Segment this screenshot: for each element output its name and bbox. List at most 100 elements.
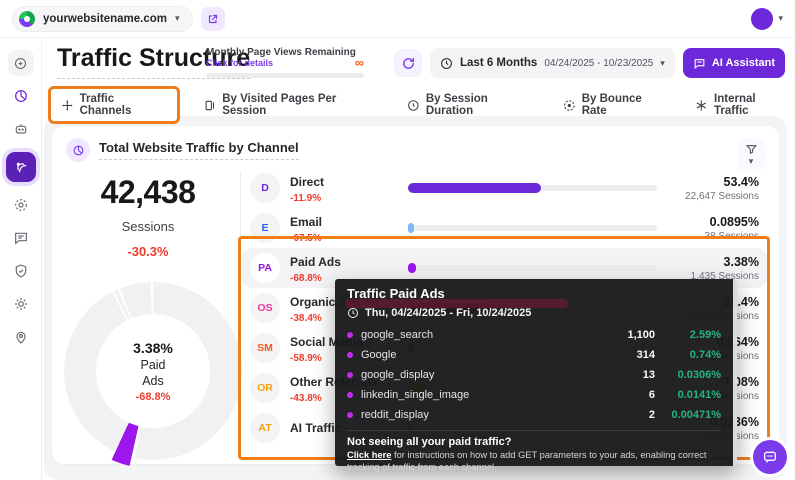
tooltip-title: Traffic Paid Ads (347, 286, 721, 301)
sidebar-item-traffic-structure[interactable] (6, 152, 36, 182)
target-icon (13, 197, 29, 213)
channel-bar-fill (408, 263, 416, 273)
tab-by-bounce-rate[interactable]: By Bounce Rate (559, 88, 671, 122)
site-logo-icon (19, 11, 35, 27)
open-website-button[interactable] (201, 7, 225, 31)
sidebar-item-settings[interactable] (8, 291, 34, 317)
quota-block: Monthly Page Views Remaining Click for d… (206, 47, 364, 78)
source-pct: 0.0141% (655, 389, 721, 401)
sidebar-nav (0, 38, 42, 480)
tab-label: Internal Traffic (714, 93, 791, 117)
sidebar-item-assistant[interactable] (8, 116, 34, 142)
channel-name: Email (290, 215, 322, 229)
channel-badge: OR (250, 373, 280, 403)
filter-button[interactable]: ▾ (737, 138, 765, 172)
ai-assistant-label: AI Assistant (712, 57, 775, 69)
source-sessions: 2 (601, 409, 655, 421)
channel-bar-track (408, 185, 657, 191)
channel-change: -67.5% (290, 233, 402, 244)
channel-pct: 3.38% (667, 255, 759, 269)
chat-fab-icon (762, 449, 778, 465)
tab-by-visited-pages[interactable]: By Visited Pages Per Session (200, 88, 384, 122)
duration-clock-icon (407, 99, 420, 112)
quota-details-link[interactable]: Click for details (206, 58, 364, 68)
total-sessions-value: 42,438 (52, 174, 244, 211)
pages-icon (204, 99, 217, 112)
source-name: linkedin_single_image (361, 389, 601, 401)
traffic-donut-chart[interactable]: 3.38% Paid Ads -68.8% (64, 282, 242, 460)
tooltip-rows: google_search1,1002.59% Google3140.74% g… (347, 325, 721, 425)
tab-traffic-channels[interactable]: Traffic Channels (48, 86, 180, 124)
channel-pct: 53.4% (667, 175, 759, 189)
total-summary: 42,438 Sessions -30.3% (52, 174, 244, 259)
channel-name: AI Traffic (290, 421, 341, 435)
internal-traffic-icon (695, 99, 708, 112)
filter-chevron-down-icon: ▾ (749, 156, 754, 167)
card-title: Total Website Traffic by Channel (99, 140, 299, 160)
traffic-channels-icon (61, 99, 74, 112)
bot-icon (13, 121, 29, 137)
channel-bar-track (408, 265, 657, 271)
click-here-link[interactable]: Click here (347, 450, 391, 460)
tooltip-row: google_display130.0306% (347, 365, 721, 385)
source-dot-icon (347, 372, 353, 378)
top-bar: yourwebsitename.com ▾ ▾ (0, 0, 795, 38)
channel-badge: SM (250, 333, 280, 363)
sidebar-item-security[interactable] (8, 258, 34, 284)
channel-bar-fill (408, 223, 414, 233)
channel-row-email[interactable]: E Email-67.5% 0.0895%38 Sessions (242, 208, 767, 248)
date-range-picker[interactable]: Last 6 Months 04/24/2025 - 10/23/2025 ▾ (430, 48, 675, 78)
external-link-icon (207, 13, 219, 25)
source-name: google_search (361, 329, 601, 341)
channel-row-direct[interactable]: D Direct-11.9% 53.4%22,647 Sessions (242, 168, 767, 208)
gear-icon (13, 296, 29, 312)
tooltip-clock-icon (347, 307, 359, 319)
location-pin-icon (13, 329, 29, 345)
sidebar-item-visitor-location[interactable] (8, 324, 34, 350)
source-dot-icon (347, 332, 353, 338)
website-selector[interactable]: yourwebsitename.com ▾ (12, 6, 193, 32)
source-dot-icon (347, 352, 353, 358)
source-pct: 0.74% (655, 349, 721, 361)
sidebar-item-feedback[interactable] (8, 225, 34, 251)
sidebar-item-goals[interactable] (8, 192, 34, 218)
source-dot-icon (347, 392, 353, 398)
channel-bar-fill (408, 183, 541, 193)
source-sessions: 1,100 (601, 329, 655, 341)
infinity-value: ∞ (355, 55, 364, 70)
vertical-divider (240, 172, 241, 268)
date-chevron-down-icon: ▾ (660, 58, 665, 69)
donut-center-line1: Paid (140, 358, 165, 372)
support-chat-button[interactable] (753, 440, 787, 474)
user-avatar[interactable] (751, 8, 773, 30)
app-window: yourwebsitename.com ▾ ▾ Traffic Structur… (0, 0, 795, 480)
sidebar-item-expand[interactable] (8, 50, 34, 76)
tooltip-footer: Not seeing all your paid traffic? Click … (347, 430, 721, 473)
refresh-button[interactable] (394, 49, 422, 77)
site-name: yourwebsitename.com (43, 13, 167, 25)
channel-badge: AT (250, 413, 280, 443)
account-chevron-down-icon[interactable]: ▾ (778, 13, 783, 24)
donut-center: 3.38% Paid Ads -68.8% (96, 314, 210, 428)
donut-center-pct: 3.38% (133, 340, 173, 356)
funnel-icon (745, 143, 758, 156)
tab-by-session-duration[interactable]: By Session Duration (403, 88, 539, 122)
tab-internal-traffic[interactable]: Internal Traffic (691, 88, 795, 122)
channel-badge: D (250, 173, 280, 203)
source-sessions: 314 (601, 349, 655, 361)
source-name: Google (361, 349, 601, 361)
source-sessions: 6 (601, 389, 655, 401)
tooltip-footer-text: for instructions on how to add GET param… (347, 450, 707, 472)
content-panel: Total Website Traffic by Channel ▾ 42,43… (44, 116, 787, 480)
channel-badge: OS (250, 293, 280, 323)
sidebar-item-dashboard[interactable] (8, 83, 34, 109)
total-sessions-label: Sessions (52, 219, 244, 234)
tab-label: By Bounce Rate (582, 93, 668, 117)
channel-sessions: 38 Sessions (667, 231, 759, 242)
donut-center-change: -68.8% (136, 391, 171, 403)
date-preset-label: Last 6 Months (460, 57, 537, 69)
ai-assistant-button[interactable]: AI Assistant (683, 48, 785, 78)
source-sessions: 13 (601, 369, 655, 381)
channel-badge: PA (250, 253, 280, 283)
date-range-value: 04/24/2025 - 10/23/2025 (544, 58, 653, 69)
